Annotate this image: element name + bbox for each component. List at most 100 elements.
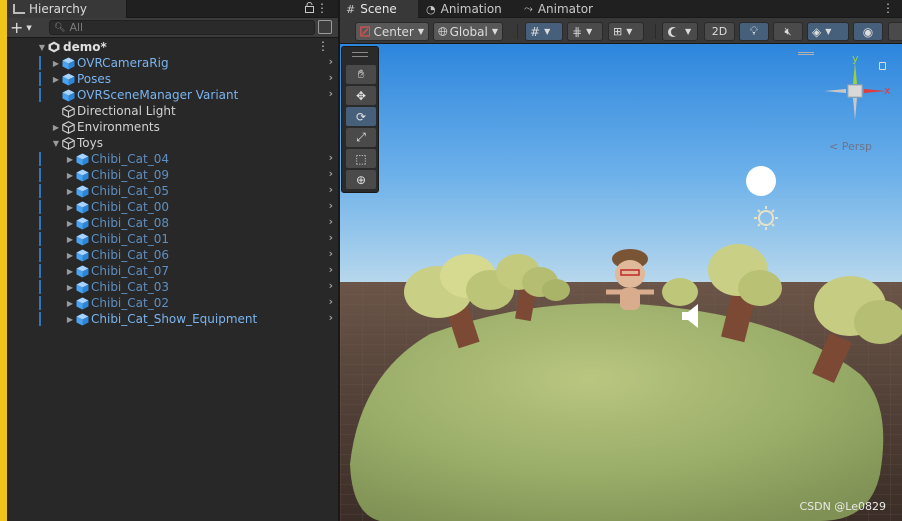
open-prefab-chevron-icon[interactable]: › [329, 183, 333, 196]
expand-arrow-icon[interactable]: ▼ [37, 43, 47, 52]
expand-arrow-right-icon[interactable]: ▶ [65, 203, 75, 212]
prefab-override-bar [39, 200, 41, 214]
camera-settings-button[interactable] [888, 22, 902, 41]
increment-snap-toggle[interactable]: ⋕ ▼ [567, 22, 603, 41]
expand-arrow-right-icon[interactable]: ▶ [51, 123, 61, 132]
hierarchy-item-label: OVRSceneManager Variant [77, 88, 239, 102]
prefab-cube-icon [75, 280, 89, 294]
expand-arrow-right-icon[interactable]: ▶ [65, 315, 75, 324]
hierarchy-item[interactable]: ▶ Chibi_Cat_05 › [7, 183, 338, 199]
lighting-toggle[interactable]: 💡︎ [739, 22, 769, 41]
overlay-grip-icon[interactable] [798, 52, 814, 55]
search-by-type-icon[interactable] [318, 20, 332, 34]
grid-snapping-toggle[interactable]: # ▼ [525, 22, 563, 41]
expand-arrow-right-icon[interactable]: ▶ [65, 187, 75, 196]
prefab-cube-icon [75, 264, 89, 278]
gizmo-lock-icon[interactable] [879, 62, 886, 70]
persp-arrow-icon: < [829, 140, 842, 153]
prefab-override-bar [39, 184, 41, 198]
search-input[interactable] [69, 21, 270, 34]
search-field[interactable]: 🔍︎ [49, 20, 315, 35]
create-button[interactable]: + ▼ [10, 18, 40, 37]
hierarchy-item[interactable]: ▶ Chibi_Cat_01 › [7, 231, 338, 247]
expand-arrow-right-icon[interactable]: ▶ [65, 299, 75, 308]
hierarchy-item[interactable]: ▶ Chibi_Cat_Show_Equipment › [7, 311, 338, 327]
expand-arrow-right-icon[interactable]: ▶ [65, 171, 75, 180]
scene-menu-icon[interactable]: ⋮ [317, 39, 329, 53]
palette-grip-icon[interactable] [352, 52, 368, 57]
prefab-override-bar [39, 152, 41, 166]
scene-menu-icon[interactable]: ⋮ [882, 1, 894, 15]
draw-mode-dropdown[interactable]: ▼ [662, 22, 698, 41]
hierarchy-item[interactable]: ▶ Environments [7, 119, 338, 135]
effects-dropdown[interactable]: ◈ ▼ [807, 22, 849, 41]
pivot-rotation-dropdown[interactable]: Global ▼ [433, 22, 503, 41]
projection-label[interactable]: < Persp [829, 140, 872, 153]
scale-tool-button[interactable]: ⤢ [346, 128, 376, 147]
scene-visibility-toggle[interactable]: ◉ [853, 22, 883, 41]
open-prefab-chevron-icon[interactable]: › [329, 55, 333, 68]
open-prefab-chevron-icon[interactable]: › [329, 247, 333, 260]
hierarchy-item[interactable]: ▶ Chibi_Cat_08 › [7, 215, 338, 231]
open-prefab-chevron-icon[interactable]: › [329, 199, 333, 212]
open-prefab-chevron-icon[interactable]: › [329, 151, 333, 164]
open-prefab-chevron-icon[interactable]: › [329, 167, 333, 180]
expand-arrow-right-icon[interactable]: ▶ [65, 235, 75, 244]
prefab-cube-icon [75, 216, 89, 230]
tab-animator[interactable]: ⤳ Animator [518, 0, 608, 18]
grid-snap-icon: # [530, 24, 541, 39]
hierarchy-item-label: Environments [77, 120, 160, 134]
expand-arrow-right-icon[interactable]: ▶ [65, 267, 75, 276]
open-prefab-chevron-icon[interactable]: › [329, 263, 333, 276]
hierarchy-item[interactable]: ▶ Chibi_Cat_00 › [7, 199, 338, 215]
rotate-tool-button[interactable]: ⟳ [346, 107, 376, 126]
hierarchy-menu-icon[interactable]: ⋮ [316, 1, 328, 15]
audio-mute-icon: 🔇︎ [784, 24, 792, 38]
hierarchy-item[interactable]: ▶ Chibi_Cat_02 › [7, 295, 338, 311]
expand-arrow-right-icon[interactable]: ▶ [65, 283, 75, 292]
open-prefab-chevron-icon[interactable]: › [329, 231, 333, 244]
hierarchy-item[interactable]: ▶ Chibi_Cat_06 › [7, 247, 338, 263]
hierarchy-item[interactable]: ▶ OVRCameraRig › [7, 55, 338, 71]
open-prefab-chevron-icon[interactable]: › [329, 71, 333, 84]
tab-hierarchy[interactable]: Hierarchy [7, 0, 127, 18]
hierarchy-item[interactable]: Directional Light [7, 103, 338, 119]
open-prefab-chevron-icon[interactable]: › [329, 215, 333, 228]
view-tool-button[interactable]: ✋︎ [346, 65, 376, 84]
pivot-mode-dropdown[interactable]: Center ▼ [355, 22, 429, 41]
tab-animation[interactable]: ◔ Animation [420, 0, 515, 18]
open-prefab-chevron-icon[interactable]: › [329, 279, 333, 292]
hierarchy-item[interactable]: ▶ Chibi_Cat_04 › [7, 151, 338, 167]
move-tool-button[interactable]: ✥ [346, 86, 376, 105]
toggle-2d-button[interactable]: 2D [704, 22, 735, 41]
expand-arrow-right-icon[interactable]: ▶ [51, 59, 61, 68]
open-prefab-chevron-icon[interactable]: › [329, 311, 333, 324]
grid-hash-icon: # [346, 2, 356, 16]
transform-tool-button[interactable]: ⊕ [346, 170, 376, 189]
hierarchy-item[interactable]: ▶ Chibi_Cat_07 › [7, 263, 338, 279]
expand-arrow-right-icon[interactable]: ▶ [65, 251, 75, 260]
prefab-cube-icon [75, 248, 89, 262]
expand-arrow-right-icon[interactable]: ▶ [51, 75, 61, 84]
expand-arrow-right-icon[interactable]: ▶ [65, 155, 75, 164]
prefab-override-bar [39, 312, 41, 326]
prefab-override-bar [39, 88, 41, 102]
toolbar-separator [517, 24, 518, 39]
search-icon: 🔍︎ [54, 22, 66, 33]
align-grid-button[interactable]: ⊞ ▼ [608, 22, 644, 41]
rect-tool-button[interactable]: ⬚ [346, 149, 376, 168]
open-prefab-chevron-icon[interactable]: › [329, 87, 333, 100]
expand-arrow-down-icon[interactable]: ▼ [51, 139, 61, 148]
hierarchy-item[interactable]: ▶ Chibi_Cat_03 › [7, 279, 338, 295]
lock-icon[interactable] [305, 2, 314, 13]
hierarchy-item[interactable]: ▶ Poses › [7, 71, 338, 87]
audio-toggle[interactable]: 🔇︎ [773, 22, 803, 41]
tab-scene[interactable]: # Scene [340, 0, 418, 18]
scene-root-row[interactable]: ▼ demo* ⋮ [7, 39, 338, 55]
hierarchy-item[interactable]: OVRSceneManager Variant › [7, 87, 338, 103]
hierarchy-item[interactable]: ▶ Chibi_Cat_09 › [7, 167, 338, 183]
open-prefab-chevron-icon[interactable]: › [329, 295, 333, 308]
scene-viewport[interactable]: ✋︎ ✥ ⟳ ⤢ ⬚ ⊕ y x < Persp CSDN @Le0829 [340, 44, 902, 521]
expand-arrow-right-icon[interactable]: ▶ [65, 219, 75, 228]
hierarchy-item[interactable]: ▼ Toys [7, 135, 338, 151]
